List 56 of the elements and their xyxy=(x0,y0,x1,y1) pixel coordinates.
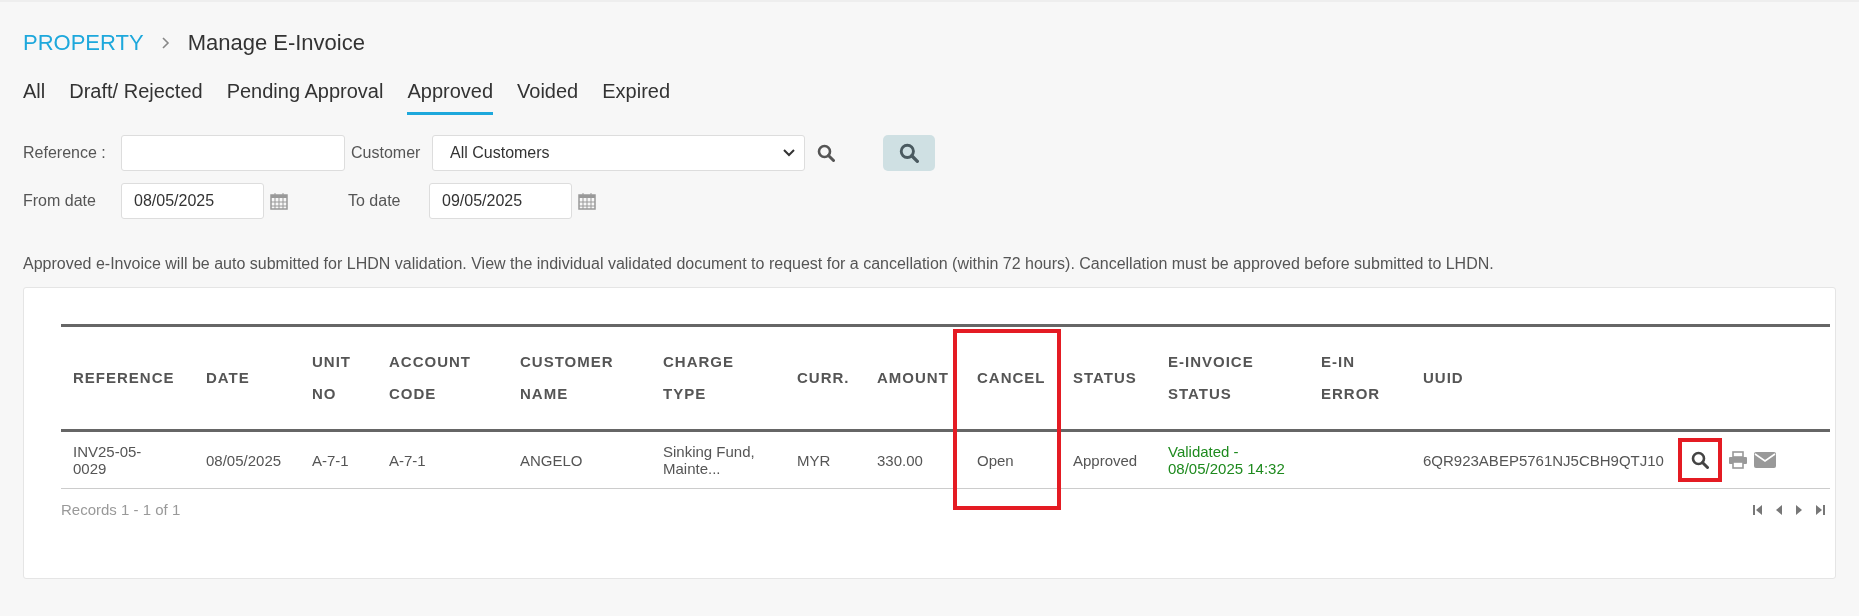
column-header: CUSTOMER NAME xyxy=(520,352,614,404)
column-header: E-IN ERROR xyxy=(1321,352,1381,404)
chevron-icon xyxy=(161,37,170,49)
envelope-icon[interactable] xyxy=(1754,452,1776,468)
from-date-label: From date xyxy=(23,192,97,210)
search-button[interactable] xyxy=(883,135,935,171)
tab[interactable]: Voided xyxy=(517,80,579,115)
table-cell: ANGELO xyxy=(520,451,583,469)
table-cell: INV25-05- 0029 xyxy=(73,443,142,477)
column-header: AMOUNT xyxy=(877,368,949,388)
printer-icon[interactable] xyxy=(1728,451,1748,469)
tab[interactable]: Draft/ Rejected xyxy=(69,80,203,115)
table-cell: Validated - 08/05/2025 14:32 xyxy=(1168,443,1285,477)
search-icon[interactable] xyxy=(1678,438,1722,482)
caret-icon xyxy=(783,149,795,157)
to-date-field[interactable]: 09/05/2025 xyxy=(429,183,572,219)
info-note: Approved e-Invoice will be auto submitted for LHDN validation. View the individual validated document to request for a cancellation (within 72 hours). Cancellation must be approved before submitted to LHDN. xyxy=(23,255,1495,273)
search-icon[interactable] xyxy=(817,144,835,162)
table-cell: 330.00 xyxy=(877,451,923,469)
table-cell: A-7-1 xyxy=(312,451,349,469)
previous-page-icon[interactable] xyxy=(1775,503,1783,516)
page-title: Manage E-Invoice xyxy=(187,30,365,56)
tab[interactable]: Expired xyxy=(602,80,671,115)
column-header: DATE xyxy=(206,368,250,388)
table-cell: Sinking Fund, Mainte... xyxy=(663,443,755,477)
column-header: ACCOUNT CODE xyxy=(389,352,471,404)
column-header: CANCEL xyxy=(977,368,1046,388)
table-cell: A-7-1 xyxy=(389,451,426,469)
customer-dropdown[interactable]: All Customers xyxy=(432,135,805,171)
column-header: UUID xyxy=(1423,368,1464,388)
tab[interactable]: Pending Approval xyxy=(226,80,384,115)
column-header: UNIT NO xyxy=(312,352,351,404)
calendar-icon[interactable] xyxy=(578,192,596,210)
column-header: E-INVOICE STATUS xyxy=(1168,352,1254,404)
to-date-label: To date xyxy=(348,192,402,210)
records-count: Records 1 - 1 of 1 xyxy=(61,501,181,518)
reference-label: Reference : xyxy=(23,144,107,162)
first-page-icon[interactable] xyxy=(1753,503,1763,516)
tab[interactable]: All xyxy=(23,80,46,115)
customer-label: Customer xyxy=(351,144,422,162)
reference-field[interactable] xyxy=(121,135,345,171)
from-date-field[interactable]: 08/05/2025 xyxy=(121,183,264,219)
column-header: REFERENCE xyxy=(73,368,175,388)
calendar-icon[interactable] xyxy=(270,192,288,210)
last-page-icon[interactable] xyxy=(1815,503,1825,516)
table-cell: MYR xyxy=(797,451,831,469)
search-icon xyxy=(899,143,919,163)
next-page-icon[interactable] xyxy=(1795,503,1803,516)
column-header: CHARGE TYPE xyxy=(663,352,734,404)
column-header: CURR. xyxy=(797,368,850,388)
tab[interactable]: Approved xyxy=(407,80,494,115)
table-cell: 08/05/2025 xyxy=(206,451,282,469)
table-cell: 6QR923ABEP5761NJ5CBH9QTJ10 xyxy=(1423,451,1664,469)
column-header: STATUS xyxy=(1073,368,1137,388)
table-cell: Open xyxy=(977,451,1014,469)
table-cell: Approved xyxy=(1073,451,1138,469)
